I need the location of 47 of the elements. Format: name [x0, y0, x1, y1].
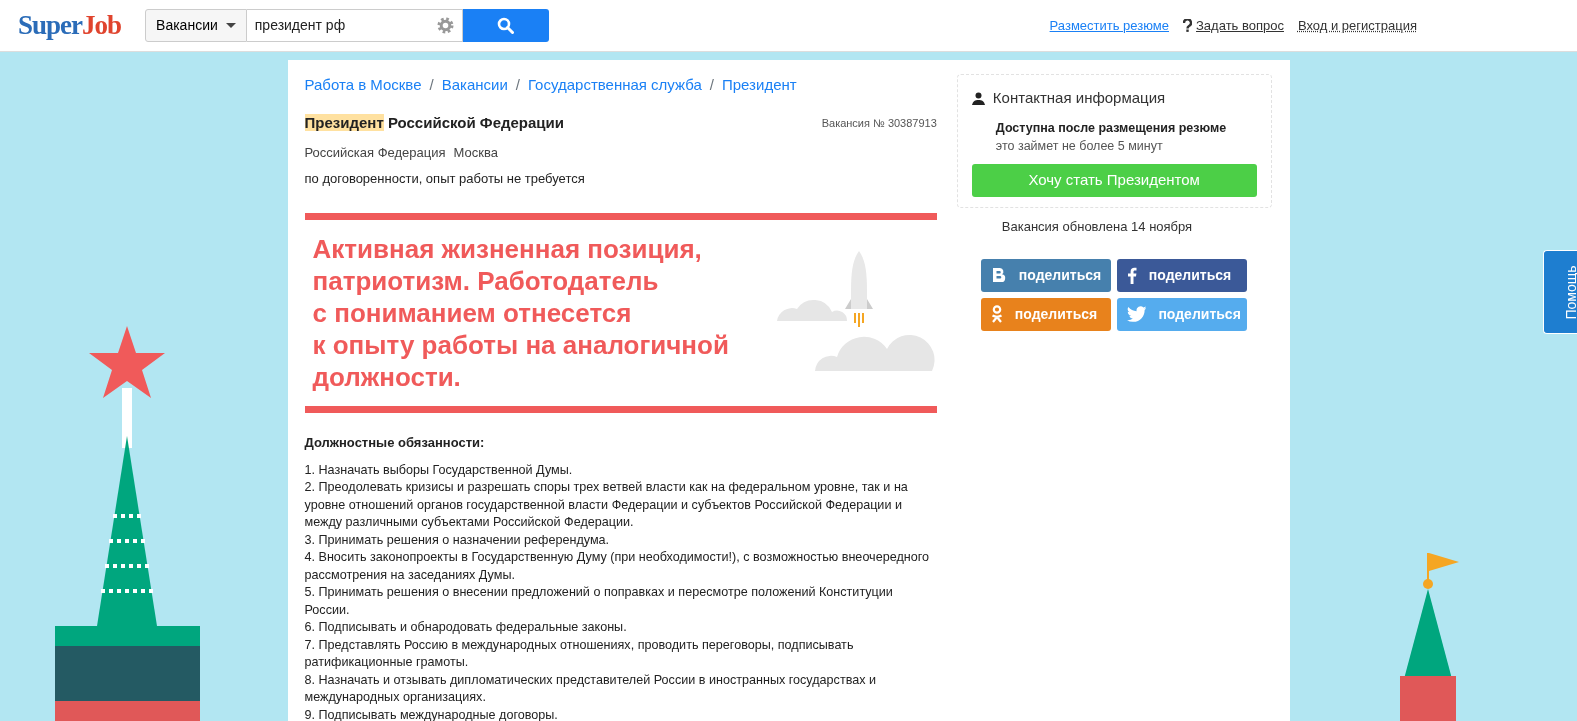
logo[interactable]: SuperJob [18, 12, 122, 39]
vk-letter-icon [990, 267, 1007, 283]
search-icon [497, 17, 515, 34]
vacancy-title: Президент Российской Федерации [304, 112, 564, 133]
search-field[interactable]: президент рф [246, 9, 463, 42]
share-button[interactable]: поделиться [1116, 297, 1247, 331]
duty-item: 8. Назначать и отзывать дипломатических представителей России в иностранных государствах и международных организациях. [304, 671, 878, 706]
share-button[interactable]: поделиться [1116, 258, 1247, 292]
duty-item: 5. Принимать решения о внесении предложений о поправках и пересмотре положений Конституции России. [304, 584, 894, 619]
breadcrumb-link[interactable]: Президент [722, 74, 797, 97]
duty-item: 2. Преодолевать кризисы и разрешать споры трех ветвей власти как на федеральном уровне, так и на уровне отношений органов государственной власти Федерации и субъектов Российской Федерации и между различными субъектами Российской Федерации. [304, 479, 909, 531]
caret-icon [225, 23, 236, 28]
updated-date: Вакансия обновлена 14 ноября [1001, 218, 1194, 236]
post-resume-link[interactable]: Разместить резюме [1049, 15, 1169, 36]
breadcrumb-separator: / [709, 75, 714, 95]
share-button[interactable]: поделиться [980, 258, 1111, 292]
settings-icon[interactable] [436, 17, 454, 34]
breadcrumb-link[interactable]: Вакансии [441, 74, 508, 97]
duty-item: 1. Назначать выборы Государственной Думы. [304, 461, 574, 479]
person-icon [971, 91, 985, 105]
duty-item: 6. Подписывать и обнародовать федеральные законы. [304, 619, 628, 636]
contact-hint: это займет не более 5 минут [994, 138, 1164, 156]
region-text: Российская Федерация [304, 144, 446, 162]
search-type-dropdown[interactable]: Вакансии [145, 9, 247, 42]
banner-text: Активная жизненная позиция, патриотизм. Работодатель с пониманием отнесется к опыту работы на аналогичной должности. [311, 233, 730, 393]
contact-note: Доступна после размещения резюме [994, 119, 1228, 137]
login-link[interactable]: Вход и регистрация [1297, 15, 1417, 36]
breadcrumb-link[interactable]: Работа в Москве [304, 74, 422, 97]
duty-item: 3. Принимать решения о назначении референдума. [304, 531, 611, 549]
contact-title: Контактная информация [992, 88, 1166, 108]
vacancy-number: Вакансия № 30387913 [821, 115, 937, 131]
breadcrumb-separator: / [429, 75, 434, 95]
city-text: Москва [453, 144, 498, 162]
question-icon [1183, 19, 1192, 32]
duty-item: 4. Вносить законопроекты в Государственную Думу (при необходимости!), с возможностью внеочередного рассмотрения на заседаниях Думы. [304, 549, 931, 584]
breadcrumb-link[interactable]: Государственная служба [528, 74, 702, 97]
salary-experience-text: по договоренности, опыт работы не требуется [304, 169, 586, 188]
duties-heading: Должностные обязанности: [304, 434, 486, 452]
breadcrumb-separator: / [515, 75, 520, 95]
duty-item: 9. Подписывать международные договоры. [304, 706, 559, 721]
search-button[interactable] [462, 9, 549, 42]
duty-item: 7. Представлять Россию в международных отношениях, проводить переговоры, подписывать ратификационные грамоты. [304, 636, 855, 671]
ask-question-link[interactable]: Задать вопрос [1196, 15, 1284, 36]
ok-logo-icon [990, 305, 1003, 323]
bird-icon [1126, 306, 1147, 322]
f-letter-icon [1126, 266, 1137, 284]
share-button[interactable]: поделиться [980, 297, 1111, 331]
